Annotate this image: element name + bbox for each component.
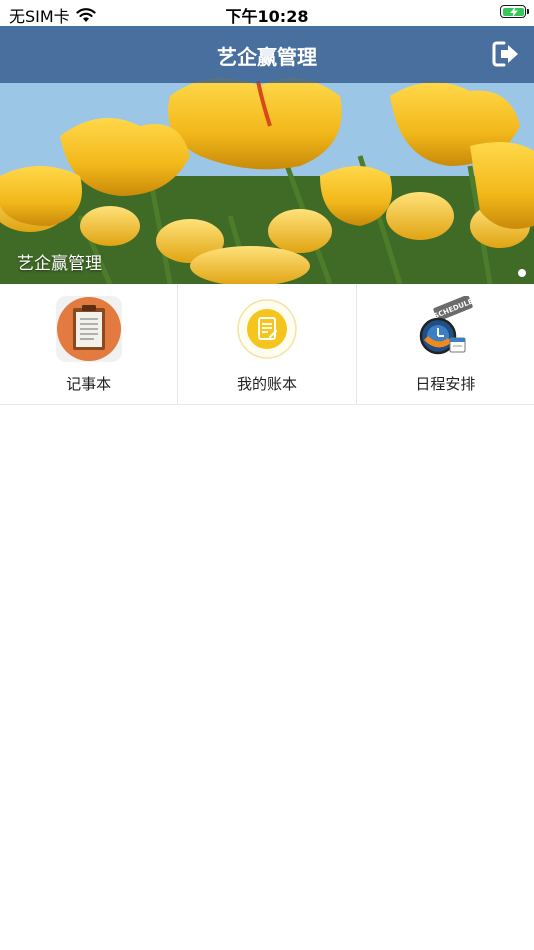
battery-icon bbox=[500, 5, 529, 18]
carousel-page-indicator[interactable] bbox=[518, 269, 526, 277]
feature-schedule[interactable]: SCHEDULE 日程安排 bbox=[357, 284, 534, 404]
ledger-note-icon bbox=[237, 299, 297, 359]
logout-icon[interactable] bbox=[492, 41, 520, 67]
status-time: 下午10:28 bbox=[225, 7, 309, 26]
feature-ledger[interactable]: 我的账本 bbox=[178, 284, 357, 404]
clipboard-notepad-icon bbox=[55, 296, 122, 362]
schedule-clock-icon: SCHEDULE bbox=[420, 296, 475, 355]
feature-ledger-label: 我的账本 bbox=[236, 375, 297, 393]
page-title: 艺企赢管理 bbox=[217, 45, 317, 69]
banner-caption: 艺企赢管理 bbox=[17, 254, 102, 274]
feature-notepad[interactable]: 记事本 bbox=[0, 284, 179, 404]
feature-notepad-label: 记事本 bbox=[66, 375, 112, 393]
feature-grid: 记事本 我的账本 SCHEDULE 日程安排 bbox=[0, 284, 534, 405]
banner-carousel[interactable]: 艺企赢管理 艺企赢管理 bbox=[0, 26, 534, 284]
feature-schedule-label: 日程安排 bbox=[415, 375, 476, 393]
status-bar: 无SIM卡 下午10:28 bbox=[0, 0, 534, 26]
nav-bar: 艺企赢管理 bbox=[0, 26, 534, 83]
